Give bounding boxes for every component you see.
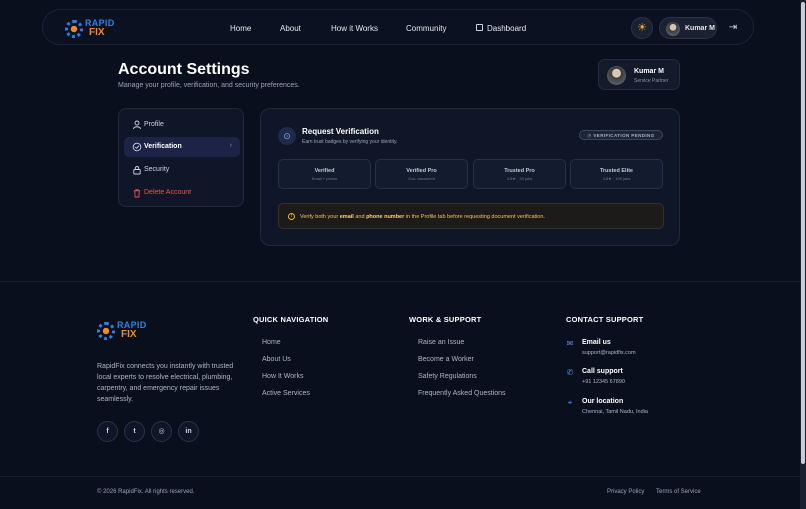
privacy-policy-link[interactable]: Privacy Policy [607, 489, 644, 495]
logout-button[interactable]: ⇥ [723, 18, 743, 38]
contact-phone-value[interactable]: +91 12345 67890 [582, 379, 625, 385]
footer-link-home[interactable]: Home [262, 339, 281, 346]
tier-desc: 4.8★ · 100 jobs [602, 176, 631, 181]
contact-location-value: Chennai, Tamil Nadu, India [582, 409, 648, 415]
logo-text-fix: FIX [121, 329, 137, 340]
sidebar-item-delete-account[interactable]: Delete Account [124, 183, 240, 203]
sidebar-item-label: Verification [144, 143, 182, 150]
top-navbar: RAPID FIX Home About How it Works Commun… [42, 9, 754, 45]
status-badge-label: VERIFICATION PENDING [593, 133, 655, 138]
nav-community[interactable]: Community [406, 24, 446, 33]
status-badge: ◷ VERIFICATION PENDING [579, 130, 663, 140]
page-scrollbar[interactable] [800, 0, 806, 509]
sidebar-item-label: Delete Account [144, 189, 192, 196]
contact-location-title: Our location [582, 398, 624, 405]
sidebar-item-security[interactable]: Security [124, 160, 240, 180]
theme-toggle-button[interactable]: ☀ [631, 17, 653, 39]
lock-icon [133, 166, 141, 175]
warning-text-post: in the Profile tab before requesting doc… [404, 214, 545, 220]
verification-warning: ! Verify both your email and phone numbe… [278, 203, 664, 229]
profile-avatar [607, 66, 626, 85]
nav-dashboard[interactable]: Dashboard [487, 24, 526, 33]
tier-desc: Email + phone [311, 176, 338, 181]
page-subtitle: Manage your profile, verification, and s… [118, 82, 300, 89]
trash-icon [133, 189, 141, 198]
profile-name: Kumar M [634, 68, 664, 75]
nav-home[interactable]: Home [230, 24, 251, 33]
contact-email-title: Email us [582, 339, 611, 346]
settings-sidebar: Profile Verification › Security Delete A… [118, 108, 244, 207]
nav-about[interactable]: About [280, 24, 301, 33]
gear-logo-icon [65, 20, 83, 38]
tier-trusted-pro: Trusted Pro 4.5★ · 20 jobs [473, 159, 566, 189]
footer-link-become-worker[interactable]: Become a Worker [418, 356, 474, 363]
footer-quick-nav-heading: QUICK NAVIGATION [253, 315, 329, 324]
footer-link-faq[interactable]: Frequently Asked Questions [418, 390, 506, 397]
verification-card: ⊙ Request Verification Earn trust badges… [260, 108, 680, 246]
brand-logo[interactable]: RAPID FIX [65, 18, 117, 40]
warning-text-mid: and [353, 214, 367, 220]
tier-trusted-elite: Trusted Elite 4.8★ · 100 jobs [570, 159, 663, 189]
linkedin-icon[interactable]: in [178, 421, 199, 442]
verification-title: Request Verification [302, 127, 379, 136]
tier-verified-pro: Verified Pro Gov. document [375, 159, 468, 189]
sidebar-item-label: Profile [144, 121, 164, 128]
footer-brand-logo[interactable]: RAPID FIX [97, 320, 152, 342]
tier-name: Verified Pro [406, 168, 437, 174]
chevron-right-icon: › [229, 142, 232, 149]
tier-name: Trusted Elite [599, 168, 633, 174]
sidebar-item-verification[interactable]: Verification › [124, 137, 240, 157]
info-icon: ! [288, 213, 295, 220]
contact-email-value[interactable]: support@rapidfix.com [582, 350, 636, 356]
footer-divider [0, 281, 800, 282]
warning-text-pre: Verify both your [300, 214, 340, 220]
page-title: Account Settings [118, 61, 250, 78]
footer-link-raise-issue[interactable]: Raise an Issue [418, 339, 464, 346]
check-circle-icon [132, 142, 142, 152]
profile-summary-card: Kumar M Service Partner [598, 59, 680, 90]
dashboard-icon [476, 24, 483, 31]
instagram-icon[interactable]: ◎ [151, 421, 172, 442]
tier-name: Verified [314, 168, 335, 174]
footer-contact-heading: CONTACT SUPPORT [566, 315, 644, 324]
scrollbar-thumb[interactable] [801, 2, 805, 464]
footer-link-how-it-works[interactable]: How It Works [262, 373, 304, 380]
user-menu-button[interactable]: Kumar M [659, 17, 717, 39]
sun-icon: ☀ [637, 22, 647, 34]
tier-desc: Gov. document [408, 176, 435, 181]
tier-verified: Verified Email + phone [278, 159, 371, 189]
copyright: © 2026 RapidFix. All rights reserved. [97, 489, 195, 495]
check-circle-icon: ⊙ [278, 127, 296, 145]
footer-link-about[interactable]: About Us [262, 356, 291, 363]
warning-phone: phone number [366, 214, 405, 220]
sidebar-item-profile[interactable]: Profile [124, 115, 240, 135]
logo-text-fix: FIX [89, 27, 105, 38]
bottom-divider [0, 476, 800, 477]
verification-subtitle: Earn trust badges by verifying your iden… [302, 139, 398, 145]
twitter-icon[interactable]: t [124, 421, 145, 442]
facebook-icon[interactable]: f [97, 421, 118, 442]
warning-text: Verify both your email and phone number … [300, 214, 545, 220]
map-pin-icon: ⌖ [567, 398, 573, 407]
gear-logo-icon [97, 322, 115, 340]
user-icon [133, 120, 141, 130]
tier-desc: 4.5★ · 20 jobs [506, 176, 533, 181]
phone-icon: ✆ [566, 368, 574, 377]
logout-icon: ⇥ [728, 22, 738, 33]
footer-work-support-heading: WORK & SUPPORT [409, 315, 482, 324]
avatar [666, 22, 680, 36]
footer-link-safety[interactable]: Safety Regulations [418, 373, 477, 380]
terms-of-service-link[interactable]: Terms of Service [656, 489, 701, 495]
mail-icon: ✉ [566, 339, 574, 348]
user-name: Kumar M [685, 25, 715, 32]
footer-description: RapidFix connects you instantly with tru… [97, 363, 234, 403]
warning-email: email [339, 214, 354, 220]
tier-name: Trusted Pro [504, 168, 535, 174]
nav-how-it-works[interactable]: How it Works [331, 24, 378, 33]
profile-role: Service Partner [634, 78, 669, 84]
contact-phone-title: Call support [582, 368, 623, 375]
sidebar-item-label: Security [144, 166, 170, 173]
footer-link-active-services[interactable]: Active Services [262, 390, 310, 397]
